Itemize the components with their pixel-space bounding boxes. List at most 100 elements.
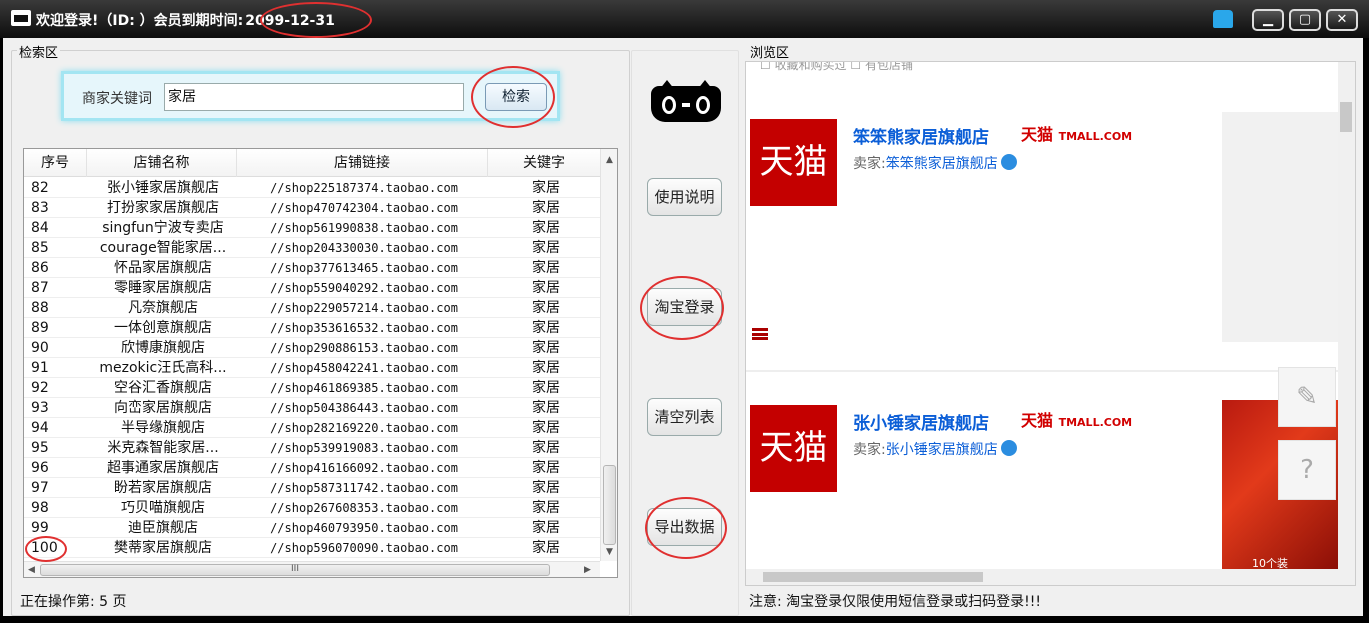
- filter-strip: ☐ 收藏和购买过 ☐ 有包店铺: [760, 61, 913, 72]
- row-number: 93: [31, 400, 49, 416]
- table-row[interactable]: 84 singfun宁波专卖店 //shop561990838.taobao.com…: [24, 218, 600, 238]
- table-row[interactable]: 90 欣博康旗舰店 //shop290886153.taobao.com 家居: [24, 338, 600, 358]
- row-number: 83: [31, 200, 49, 216]
- shop-logo[interactable]: 天猫: [750, 405, 837, 492]
- shop-name-cell: 凡奈旗舰店: [128, 300, 198, 316]
- shop-name-cell: 盼若家居旗舰店: [114, 480, 212, 496]
- browser-vertical-scrollbar[interactable]: [1338, 62, 1355, 572]
- keyword-cell: 家居: [532, 180, 560, 196]
- seller-label: 卖家:: [853, 442, 886, 458]
- scroll-left-arrow-icon[interactable]: ◀: [28, 565, 35, 575]
- table-row[interactable]: 93 向峦家居旗舰店 //shop504386443.taobao.com 家居: [24, 398, 600, 418]
- help-button[interactable]: 使用说明: [647, 178, 722, 216]
- export-data-button[interactable]: 导出数据: [647, 508, 722, 546]
- table-row[interactable]: 86 怀品家居旗舰店 //shop377613465.taobao.com 家居: [24, 258, 600, 278]
- table-horizontal-scroll-thumb[interactable]: III: [40, 564, 550, 576]
- row-number: 90: [31, 340, 49, 356]
- scroll-right-arrow-icon[interactable]: ▶: [584, 565, 591, 575]
- shop-name-cell: 欣博康旗舰店: [121, 340, 205, 356]
- tmall-logo-left-eye: [662, 96, 676, 114]
- table-horizontal-scrollbar[interactable]: ◀ III ▶: [24, 561, 600, 577]
- keyword-cell: 家居: [532, 460, 560, 476]
- seller-link[interactable]: 张小锤家居旗舰店: [886, 442, 998, 458]
- shop-link-cell: //shop377613465.taobao.com: [270, 261, 458, 275]
- wangwang-icon[interactable]: [1000, 154, 1017, 170]
- row-number: 89: [31, 320, 49, 336]
- wangwang-icon[interactable]: [1000, 440, 1017, 456]
- keyword-cell: 家居: [532, 320, 560, 336]
- table-row[interactable]: 94 半导缘旗舰店 //shop282169220.taobao.com 家居: [24, 418, 600, 438]
- keyword-input[interactable]: 家居: [164, 83, 464, 111]
- shop-link-cell: //shop461869385.taobao.com: [270, 381, 458, 395]
- row-number: 95: [31, 440, 49, 456]
- table-row[interactable]: 87 零睡家居旗舰店 //shop559040292.taobao.com 家居: [24, 278, 600, 298]
- login-notice: 注意: 淘宝登录仅限使用短信登录或扫码登录!!!: [749, 594, 1042, 610]
- shop-link-cell: //shop282169220.taobao.com: [270, 421, 458, 435]
- browser-vertical-scroll-thumb[interactable]: [1340, 102, 1352, 132]
- keyword-cell: 家居: [532, 340, 560, 356]
- table-row[interactable]: 96 超事通家居旗舰店 //shop416166092.taobao.com 家居: [24, 458, 600, 478]
- edit-icon[interactable]: ✎: [1278, 367, 1336, 427]
- taobao-login-button[interactable]: 淘宝登录: [647, 288, 722, 326]
- column-header-keyword[interactable]: 关键字: [488, 149, 600, 177]
- browser-horizontal-scrollbar[interactable]: [746, 569, 1355, 585]
- column-header-no[interactable]: 序号: [24, 149, 87, 177]
- table-row[interactable]: 82 张小锤家居旗舰店 //shop225187374.taobao.com 家居: [24, 178, 600, 198]
- search-button[interactable]: 检索: [485, 83, 547, 111]
- tmall-badge: 天猫 TMALL.COM: [1021, 121, 1132, 145]
- maximize-button[interactable]: ▢: [1289, 9, 1321, 31]
- table-vertical-scroll-thumb[interactable]: [603, 465, 616, 545]
- table-row[interactable]: 88 凡奈旗舰店 //shop229057214.taobao.com 家居: [24, 298, 600, 318]
- expiry-date: 2099-12-31: [245, 13, 335, 29]
- shop-name-cell: 巧贝喵旗舰店: [121, 500, 205, 516]
- table-row[interactable]: 95 米克森智能家居... //shop539919083.taobao.com 家居: [24, 438, 600, 458]
- keyword-cell: 家居: [532, 480, 560, 496]
- menu-icon[interactable]: [752, 328, 768, 340]
- column-header-link[interactable]: 店铺链接: [237, 149, 488, 177]
- tmall-badge-text: 天猫: [1021, 125, 1054, 144]
- seller-label: 卖家:: [853, 156, 886, 172]
- main-window: 检索区 商家关键词 家居 检索 序号 店铺名称 店铺链接 关键字 82 张小锤家居…: [3, 38, 1363, 616]
- shop-link-cell: //shop539919083.taobao.com: [270, 441, 458, 455]
- shop-name-cell: 樊蒂家居旗舰店: [114, 540, 212, 556]
- clear-list-button[interactable]: 清空列表: [647, 398, 722, 436]
- shop-name-link[interactable]: 笨笨熊家居旗舰店: [853, 123, 989, 148]
- table-row[interactable]: 98 巧贝喵旗舰店 //shop267608353.taobao.com 家居: [24, 498, 600, 518]
- keyword-label: 商家关键词: [82, 91, 152, 107]
- row-number: 85: [31, 240, 49, 256]
- minimize-button[interactable]: ▁: [1252, 9, 1284, 31]
- table-row[interactable]: 99 迪臣旗舰店 //shop460793950.taobao.com 家居: [24, 518, 600, 538]
- table-row[interactable]: 91 mezokic汪氏高科... //shop458042241.taobao.c…: [24, 358, 600, 378]
- scroll-down-arrow-icon[interactable]: ▼: [606, 547, 613, 557]
- table-row[interactable]: 97 盼若家居旗舰店 //shop587311742.taobao.com 家居: [24, 478, 600, 498]
- close-button[interactable]: ✕: [1326, 9, 1358, 31]
- shop-logo[interactable]: 天猫: [750, 119, 837, 206]
- row-number: 98: [31, 500, 49, 516]
- table-row[interactable]: 85 courage智能家居... //shop204330030.taobao.c…: [24, 238, 600, 258]
- browser-horizontal-scroll-thumb[interactable]: [763, 572, 983, 582]
- shop-name-cell: singfun宁波专卖店: [102, 220, 224, 236]
- keyword-cell: 家居: [532, 440, 560, 456]
- table-row[interactable]: 89 一体创意旗舰店 //shop353616532.taobao.com 家居: [24, 318, 600, 338]
- shop-name-cell: 一体创意旗舰店: [114, 320, 212, 336]
- help-icon[interactable]: ?: [1278, 440, 1336, 500]
- row-number: 87: [31, 280, 49, 296]
- scroll-up-arrow-icon[interactable]: ▲: [606, 155, 613, 165]
- shop-table[interactable]: 序号 店铺名称 店铺链接 关键字 82 张小锤家居旗舰店 //shop2251873…: [23, 148, 618, 578]
- shop-name-cell: 怀品家居旗舰店: [114, 260, 212, 276]
- shop-name-cell: 半导缘旗舰店: [121, 420, 205, 436]
- table-vertical-scrollbar[interactable]: ▲ ▼: [600, 149, 617, 561]
- shop-link-cell: //shop587311742.taobao.com: [270, 481, 458, 495]
- page-status: 正在操作第: 5 页: [20, 594, 127, 610]
- table-row[interactable]: 92 空谷汇香旗舰店 //shop461869385.taobao.com 家居: [24, 378, 600, 398]
- seller-link[interactable]: 笨笨熊家居旗舰店: [886, 156, 998, 172]
- table-row[interactable]: 100 樊蒂家居旗舰店 //shop596070090.taobao.com 家居: [24, 538, 600, 558]
- column-header-name[interactable]: 店铺名称: [87, 149, 237, 177]
- embedded-browser[interactable]: ☐ 收藏和购买过 ☐ 有包店铺 天猫 笨笨熊家居旗舰店 天猫 TMALL.COM…: [745, 61, 1356, 586]
- shop-link-cell: //shop353616532.taobao.com: [270, 321, 458, 335]
- skin-icon[interactable]: [1213, 10, 1233, 28]
- shop-link-cell: //shop204330030.taobao.com: [270, 241, 458, 255]
- table-row[interactable]: 83 打扮家家居旗舰店 //shop470742304.taobao.com 家居: [24, 198, 600, 218]
- keyword-cell: 家居: [532, 400, 560, 416]
- shop-name-link[interactable]: 张小锤家居旗舰店: [853, 409, 989, 434]
